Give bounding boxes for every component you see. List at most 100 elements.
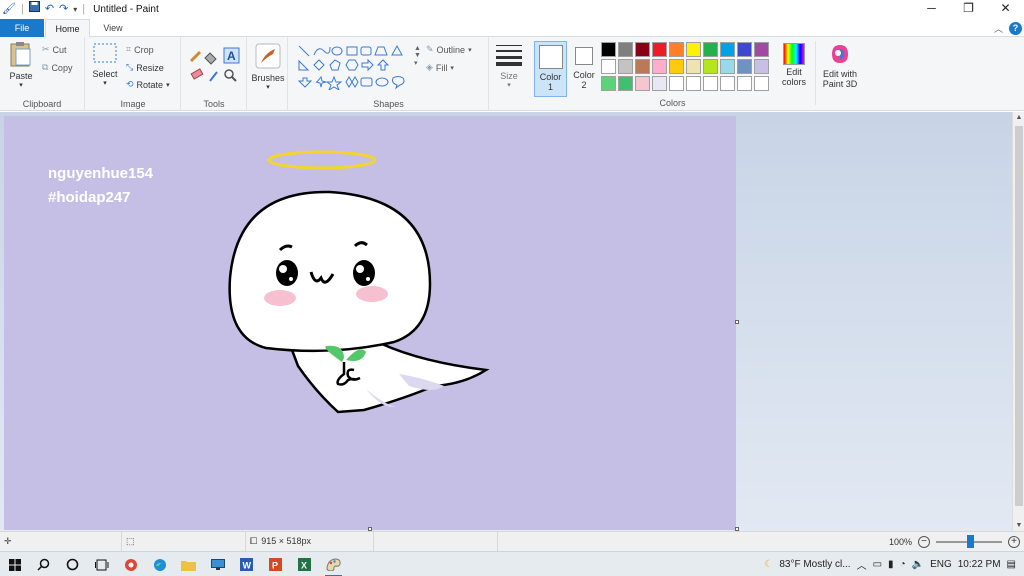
- fill-bucket-icon: [204, 52, 217, 65]
- palette-swatch[interactable]: [635, 59, 650, 74]
- notification-icon[interactable]: ▤: [1007, 559, 1016, 570]
- palette-swatch[interactable]: [601, 59, 616, 74]
- zoom-slider-knob[interactable]: [967, 534, 974, 548]
- palette-swatch[interactable]: [669, 76, 684, 91]
- rotate-dropdown-icon[interactable]: ▾: [166, 81, 170, 89]
- copy-button[interactable]: ⧉ Copy: [42, 62, 72, 73]
- palette-swatch[interactable]: [754, 42, 769, 57]
- cortana-icon[interactable]: [58, 552, 87, 576]
- fill-button[interactable]: ◈ Fill ▾: [426, 62, 454, 73]
- rotate-button[interactable]: ⟲ Rotate ▾: [126, 79, 170, 90]
- palette-swatch[interactable]: [754, 59, 769, 74]
- language-indicator[interactable]: ENG: [930, 559, 952, 570]
- restore-button[interactable]: ❐: [950, 0, 987, 19]
- select-button[interactable]: Select ▾: [90, 43, 120, 87]
- scroll-up-icon[interactable]: ▲: [1013, 114, 1024, 121]
- undo-icon[interactable]: ↶: [45, 0, 54, 19]
- palette-swatch[interactable]: [652, 42, 667, 57]
- chevron-up-icon[interactable]: ︿: [857, 557, 867, 572]
- zoom-slider[interactable]: [936, 534, 1002, 548]
- volume-icon[interactable]: 🔈: [912, 559, 924, 570]
- palette-swatch[interactable]: [686, 42, 701, 57]
- color1-button[interactable]: Color 1: [534, 41, 567, 97]
- palette-swatch[interactable]: [618, 76, 633, 91]
- edit-with-paint3d-button[interactable]: Edit with Paint 3D: [819, 43, 861, 89]
- scrollbar-thumb[interactable]: [1015, 126, 1023, 506]
- palette-swatch[interactable]: [618, 42, 633, 57]
- minimize-button[interactable]: ─: [913, 0, 950, 19]
- customize-dropdown-icon[interactable]: ▾: [73, 0, 77, 19]
- tab-file[interactable]: File: [0, 19, 44, 37]
- palette-swatch[interactable]: [635, 42, 650, 57]
- palette-swatch[interactable]: [601, 42, 616, 57]
- file-explorer-icon[interactable]: [174, 552, 203, 576]
- canvas-resize-handle-right[interactable]: [735, 320, 739, 324]
- edit-colors-button[interactable]: Edit colors: [778, 43, 810, 87]
- palette-swatch[interactable]: [601, 76, 616, 91]
- palette-swatch[interactable]: [720, 59, 735, 74]
- cut-button[interactable]: ✂ Cut: [42, 44, 67, 55]
- battery-icon[interactable]: ▮: [888, 559, 894, 570]
- palette-swatch[interactable]: [737, 42, 752, 57]
- shapes-scroll-icon[interactable]: ▲ ▼ ▾: [414, 45, 421, 67]
- palette-swatch[interactable]: [669, 59, 684, 74]
- fill-dropdown-icon[interactable]: ▾: [450, 64, 454, 72]
- scroll-down-icon[interactable]: ▼: [1013, 522, 1024, 529]
- close-button[interactable]: ✕: [987, 0, 1024, 19]
- collapse-ribbon-icon[interactable]: ︿: [994, 22, 1003, 35]
- excel-icon[interactable]: X: [290, 552, 319, 576]
- tab-view[interactable]: View: [94, 19, 132, 37]
- size-button[interactable]: Size ▾: [494, 43, 524, 89]
- screen-icon[interactable]: ▭: [873, 559, 882, 570]
- paste-button[interactable]: Paste ▾: [6, 41, 36, 89]
- palette-swatch[interactable]: [669, 42, 684, 57]
- palette-swatch[interactable]: [703, 42, 718, 57]
- weather-moon-icon[interactable]: ☾: [764, 559, 773, 570]
- crop-button[interactable]: ⌗ Crop: [126, 44, 154, 55]
- help-icon[interactable]: ?: [1009, 21, 1022, 35]
- palette-swatch[interactable]: [618, 59, 633, 74]
- palette-swatch[interactable]: [737, 59, 752, 74]
- paint-taskbar-icon[interactable]: [319, 552, 348, 576]
- drawing-canvas[interactable]: nguyenhue154 #hoidap247: [4, 116, 736, 530]
- palette-swatch[interactable]: [652, 59, 667, 74]
- clock[interactable]: 10:22 PM: [958, 559, 1001, 570]
- resize-button[interactable]: ⤡ Resize: [126, 62, 164, 73]
- app-icon-red[interactable]: [116, 552, 145, 576]
- save-icon[interactable]: [28, 0, 40, 19]
- redo-icon[interactable]: ↷: [59, 0, 68, 19]
- weather-text[interactable]: 83°F Mostly cl...: [779, 559, 850, 570]
- shapes-gallery[interactable]: [297, 44, 409, 90]
- brushes-button[interactable]: Brushes ▾: [251, 43, 285, 91]
- search-icon[interactable]: [29, 552, 58, 576]
- start-button[interactable]: [0, 552, 29, 576]
- size-dropdown-icon[interactable]: ▾: [494, 81, 524, 89]
- color2-button[interactable]: Color 2: [569, 41, 599, 90]
- palette-swatch[interactable]: [720, 42, 735, 57]
- palette-swatch[interactable]: [652, 76, 667, 91]
- tab-home[interactable]: Home: [45, 19, 90, 38]
- brushes-dropdown-icon[interactable]: ▾: [251, 83, 285, 91]
- zoom-in-button[interactable]: +: [1008, 535, 1020, 548]
- palette-swatch[interactable]: [686, 76, 701, 91]
- outline-button[interactable]: ✎ Outline ▾: [426, 44, 472, 55]
- palette-swatch[interactable]: [720, 76, 735, 91]
- word-icon[interactable]: W: [232, 552, 261, 576]
- select-dropdown-icon[interactable]: ▾: [90, 79, 120, 87]
- brushes-group[interactable]: Brushes ▾: [248, 37, 288, 111]
- zoom-out-button[interactable]: −: [918, 535, 930, 548]
- palette-swatch[interactable]: [635, 76, 650, 91]
- powerpoint-icon[interactable]: P: [261, 552, 290, 576]
- task-view-icon[interactable]: [87, 552, 116, 576]
- outline-dropdown-icon[interactable]: ▾: [468, 46, 472, 54]
- palette-swatch[interactable]: [737, 76, 752, 91]
- palette-swatch[interactable]: [703, 59, 718, 74]
- vertical-scrollbar[interactable]: ▲ ▼: [1012, 112, 1024, 531]
- palette-swatch[interactable]: [703, 76, 718, 91]
- paste-dropdown-icon[interactable]: ▾: [6, 81, 36, 89]
- monitor-app-icon[interactable]: [203, 552, 232, 576]
- palette-swatch[interactable]: [686, 59, 701, 74]
- wifi-icon[interactable]: ◔: [900, 559, 906, 570]
- edge-browser-icon[interactable]: [145, 552, 174, 576]
- palette-swatch[interactable]: [754, 76, 769, 91]
